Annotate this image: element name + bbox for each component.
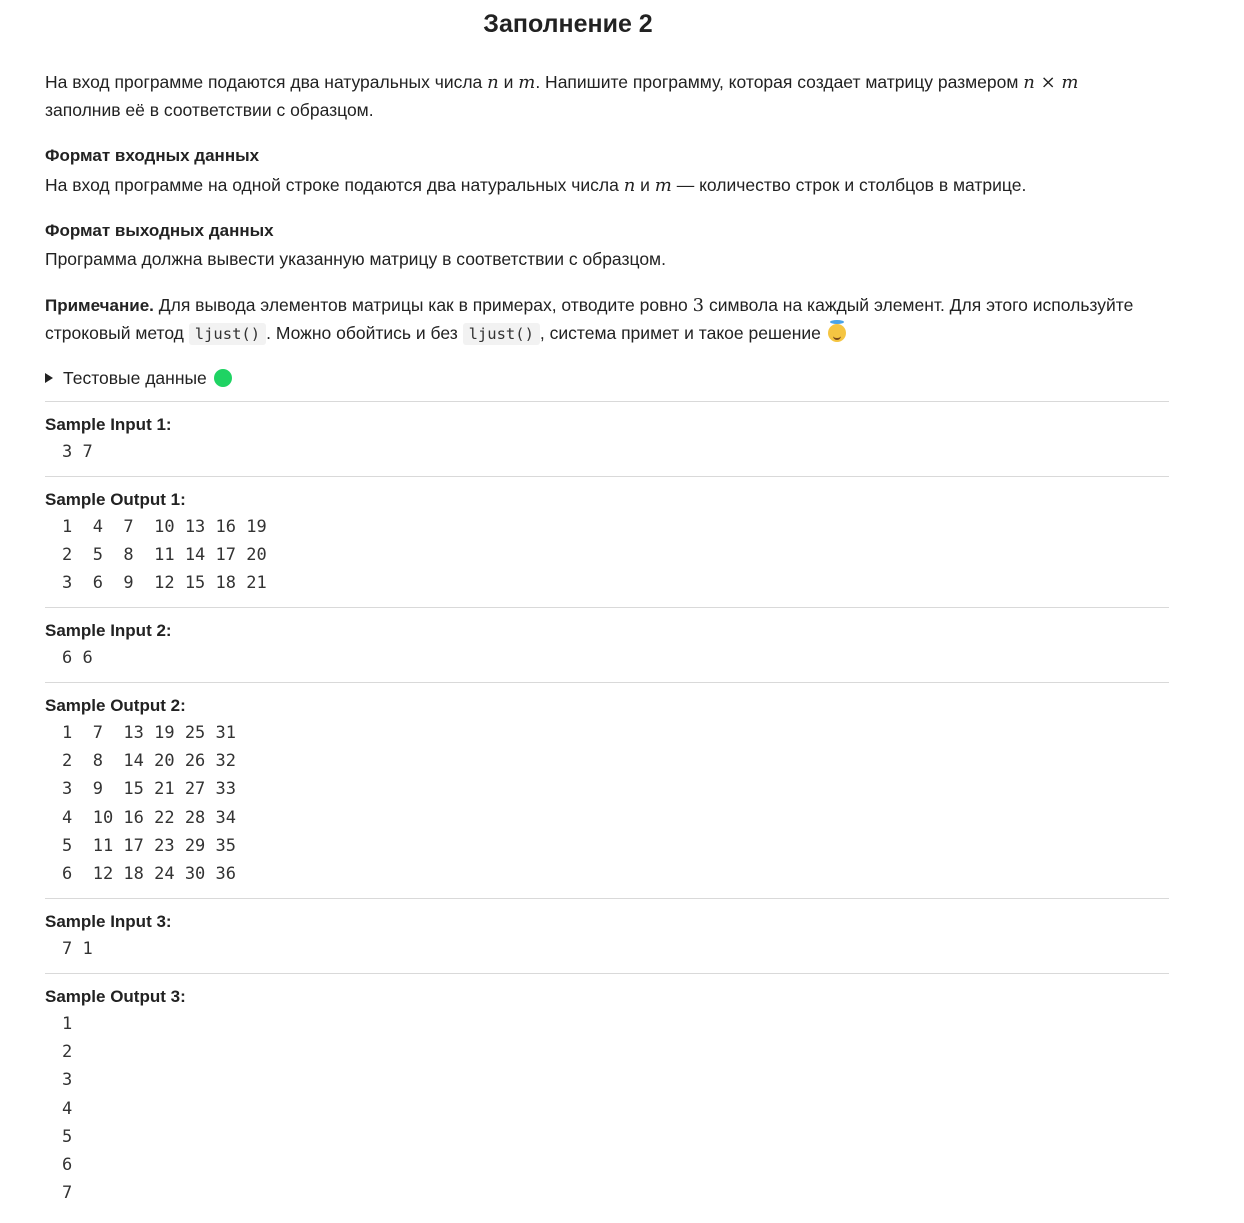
sample-output-2: 1 7 13 19 25 31 2 8 14 20 26 32 3 9 15 2… xyxy=(62,723,236,885)
sample-input-2: 6 6 xyxy=(62,648,93,668)
input-format-text-1: На вход программе на одной строке подают… xyxy=(45,175,624,195)
sample-output-3-label: Sample Output 3: xyxy=(45,987,186,1006)
sample-input-2-label: Sample Input 2: xyxy=(45,621,172,640)
times-sign: × xyxy=(1034,72,1062,93)
output-format-text: Программа должна вывести указанную матри… xyxy=(45,249,666,269)
sample-input-3: 7 1 xyxy=(62,939,93,959)
divider xyxy=(45,607,1169,608)
status-dot-icon xyxy=(213,369,232,387)
note-line-1: Примечание. Для вывода элементов матрицы… xyxy=(45,291,1133,320)
note-line-2: строковый метод ljust(). Можно обойтись … xyxy=(45,319,846,348)
intro-text-2: . Напишите программу, которая создает ма… xyxy=(535,72,1024,92)
sample-output-1-label: Sample Output 1: xyxy=(45,490,186,509)
sample-output-2-label: Sample Output 2: xyxy=(45,696,186,715)
divider xyxy=(45,973,1169,974)
input-var-m: m xyxy=(654,175,672,196)
input-format-text: На вход программе на одной строке подают… xyxy=(45,171,1026,200)
sample-output-1: 1 4 7 10 13 16 19 2 5 8 11 14 17 20 3 6 … xyxy=(62,517,267,594)
code-ljust-1: ljust() xyxy=(188,323,267,345)
smiling-face-with-halo-icon xyxy=(827,320,846,342)
page-title: Заполнение 2 xyxy=(483,10,653,38)
note-line2-c: , система примет и такое решение xyxy=(539,323,821,343)
sample-input-3-label: Sample Input 3: xyxy=(45,912,172,931)
note-label: Примечание. xyxy=(45,296,154,315)
output-format-heading: Формат выходных данных xyxy=(45,221,274,240)
intro-line-1: На вход программе подаются два натуральн… xyxy=(45,68,1078,97)
sample-input-1-label: Sample Input 1: xyxy=(45,415,172,434)
note-number: 3 xyxy=(692,295,705,316)
dim-m: m xyxy=(1061,72,1079,93)
divider xyxy=(45,898,1169,899)
disclosure-triangle-icon xyxy=(45,373,53,383)
sample-output-3: 1 2 3 4 5 6 7 xyxy=(62,1014,73,1204)
sample-input-1: 3 7 xyxy=(62,442,93,462)
divider xyxy=(45,401,1169,402)
divider xyxy=(45,682,1169,683)
input-format-text-2: — количество строк и столбцов в матрице. xyxy=(671,175,1027,195)
code-ljust-2: ljust() xyxy=(462,323,540,345)
intro-line-2: заполнив её в соответствии с образцом. xyxy=(45,100,374,120)
var-n: n xyxy=(487,72,499,93)
input-var-n: n xyxy=(623,175,636,196)
note-text-1: Для вывода элементов матрицы как в приме… xyxy=(153,295,693,315)
dim-n: n xyxy=(1023,72,1035,93)
intro-and: и xyxy=(498,72,519,92)
note-line2-b: . Можно обойтись и без xyxy=(266,323,463,343)
note-line2-a: строковый метод xyxy=(45,323,189,343)
divider xyxy=(45,476,1169,477)
intro-text-1: На вход программе подаются два натуральн… xyxy=(45,72,488,92)
test-data-toggle[interactable]: Тестовые данные xyxy=(45,366,232,390)
test-data-label: Тестовые данные xyxy=(63,368,207,388)
note-text-2: символа на каждый элемент. Для этого исп… xyxy=(704,295,1134,315)
input-format-heading: Формат входных данных xyxy=(45,146,260,165)
var-m: m xyxy=(518,72,536,93)
input-format-and: и xyxy=(635,175,655,195)
